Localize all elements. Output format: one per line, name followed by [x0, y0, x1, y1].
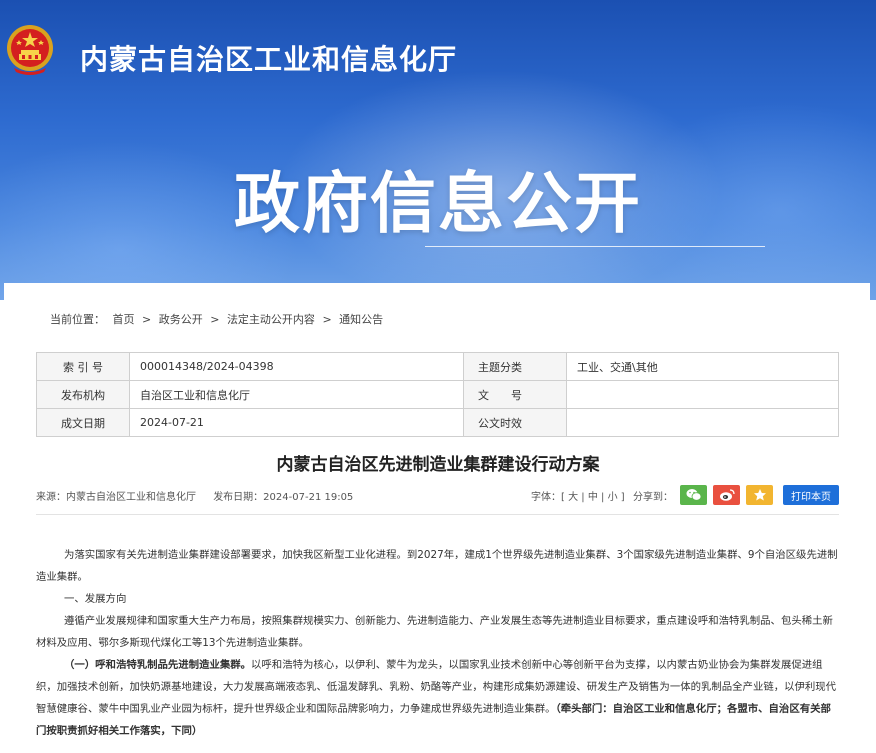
section-heading: 一、发展方向 — [64, 593, 127, 605]
docno-label: 文 号 — [463, 380, 567, 409]
date-value: 2024-07-21 — [129, 408, 464, 437]
date-label: 成文日期 — [36, 408, 130, 437]
title-divider — [425, 246, 765, 247]
breadcrumb-item-notices[interactable]: 通知公告 — [339, 313, 383, 326]
site-title[interactable]: 内蒙古自治区工业和信息化厅 — [80, 38, 457, 78]
paragraph: 为落实国家有关先进制造业集群建设部署要求，加快我区新型工业化进程。到2027年，… — [36, 549, 838, 583]
breadcrumb-item-statutory[interactable]: 法定主动公开内容 — [227, 313, 315, 326]
docno-value — [566, 380, 839, 409]
print-page-button[interactable]: 打印本页 — [783, 485, 839, 505]
paragraph: （一）呼和浩特乳制品先进制造业集群。以呼和浩特为核心，以伊利、蒙牛为龙头，以国家… — [36, 654, 839, 742]
font-size-large[interactable]: 大 — [568, 492, 578, 503]
font-size-small[interactable]: 小 — [608, 492, 618, 503]
breadcrumb-separator: > — [322, 313, 332, 326]
index-label: 索 引 号 — [36, 352, 130, 381]
breadcrumb-separator: > — [210, 313, 220, 326]
publisher-label: 发布机构 — [36, 380, 130, 409]
share-qzone-button[interactable] — [746, 485, 773, 505]
wechat-icon — [686, 489, 701, 501]
header-banner: 内蒙古自治区工业和信息化厅 政府信息公开 — [0, 0, 876, 300]
breadcrumb-item-home[interactable]: 首页 — [113, 313, 135, 326]
share-weibo-button[interactable] — [713, 485, 740, 505]
article-publish-time: 发布日期：2024-07-21 19:05 — [213, 492, 354, 503]
subject-value: 工业、交通\其他 — [566, 352, 839, 381]
document-meta-table: 索 引 号 000014348/2024-04398 主题分类 工业、交通\其他… — [36, 352, 839, 437]
breadcrumb-item-gov-affairs[interactable]: 政务公开 — [159, 313, 203, 326]
breadcrumb: 当前位置： 首页 > 政务公开 > 法定主动公开内容 > 通知公告 — [50, 311, 387, 327]
national-emblem-icon[interactable] — [6, 24, 54, 76]
font-bracket-open: [ — [561, 492, 565, 503]
subject-label: 主题分类 — [463, 352, 567, 381]
publisher-value: 自治区工业和信息化厅 — [129, 380, 464, 409]
share-label: 分享到： — [633, 492, 673, 503]
section-title: 政府信息公开 — [234, 166, 642, 240]
divider — [36, 514, 839, 515]
article-title: 内蒙古自治区先进制造业集群建设行动方案 — [276, 455, 600, 475]
paragraph: 遵循产业发展规律和国家重大生产力布局，按照集群规模实力、创新能力、先进制造能力、… — [36, 615, 833, 649]
breadcrumb-separator: > — [142, 313, 152, 326]
qzone-star-icon — [753, 489, 766, 501]
meta-row: 成文日期 2024-07-21 公文时效 — [36, 408, 839, 437]
index-value: 000014348/2024-04398 — [129, 352, 464, 381]
breadcrumb-prefix: 当前位置： — [50, 313, 105, 326]
font-size-switcher: 字体：[ 大 | 中 | 小 ] — [531, 492, 625, 503]
meta-row: 索 引 号 000014348/2024-04398 主题分类 工业、交通\其他 — [36, 352, 839, 381]
validity-label: 公文时效 — [463, 408, 567, 437]
font-size-label: 字体： — [531, 492, 561, 503]
meta-row: 发布机构 自治区工业和信息化厅 文 号 — [36, 380, 839, 409]
article-body: 为落实国家有关先进制造业集群建设部署要求，加快我区新型工业化进程。到2027年，… — [36, 544, 839, 742]
subsection-heading: （一）呼和浩特乳制品先进制造业集群。 — [64, 659, 252, 671]
validity-value — [566, 408, 839, 437]
share-wechat-button[interactable] — [680, 485, 707, 505]
article-source: 来源：内蒙古自治区工业和信息化厅 — [36, 492, 196, 503]
weibo-icon — [719, 489, 735, 501]
article-source-line: 来源：内蒙古自治区工业和信息化厅 发布日期：2024-07-21 19:05 — [36, 488, 367, 503]
font-bracket-close: ] — [620, 492, 625, 503]
font-size-medium[interactable]: 中 — [588, 492, 598, 503]
